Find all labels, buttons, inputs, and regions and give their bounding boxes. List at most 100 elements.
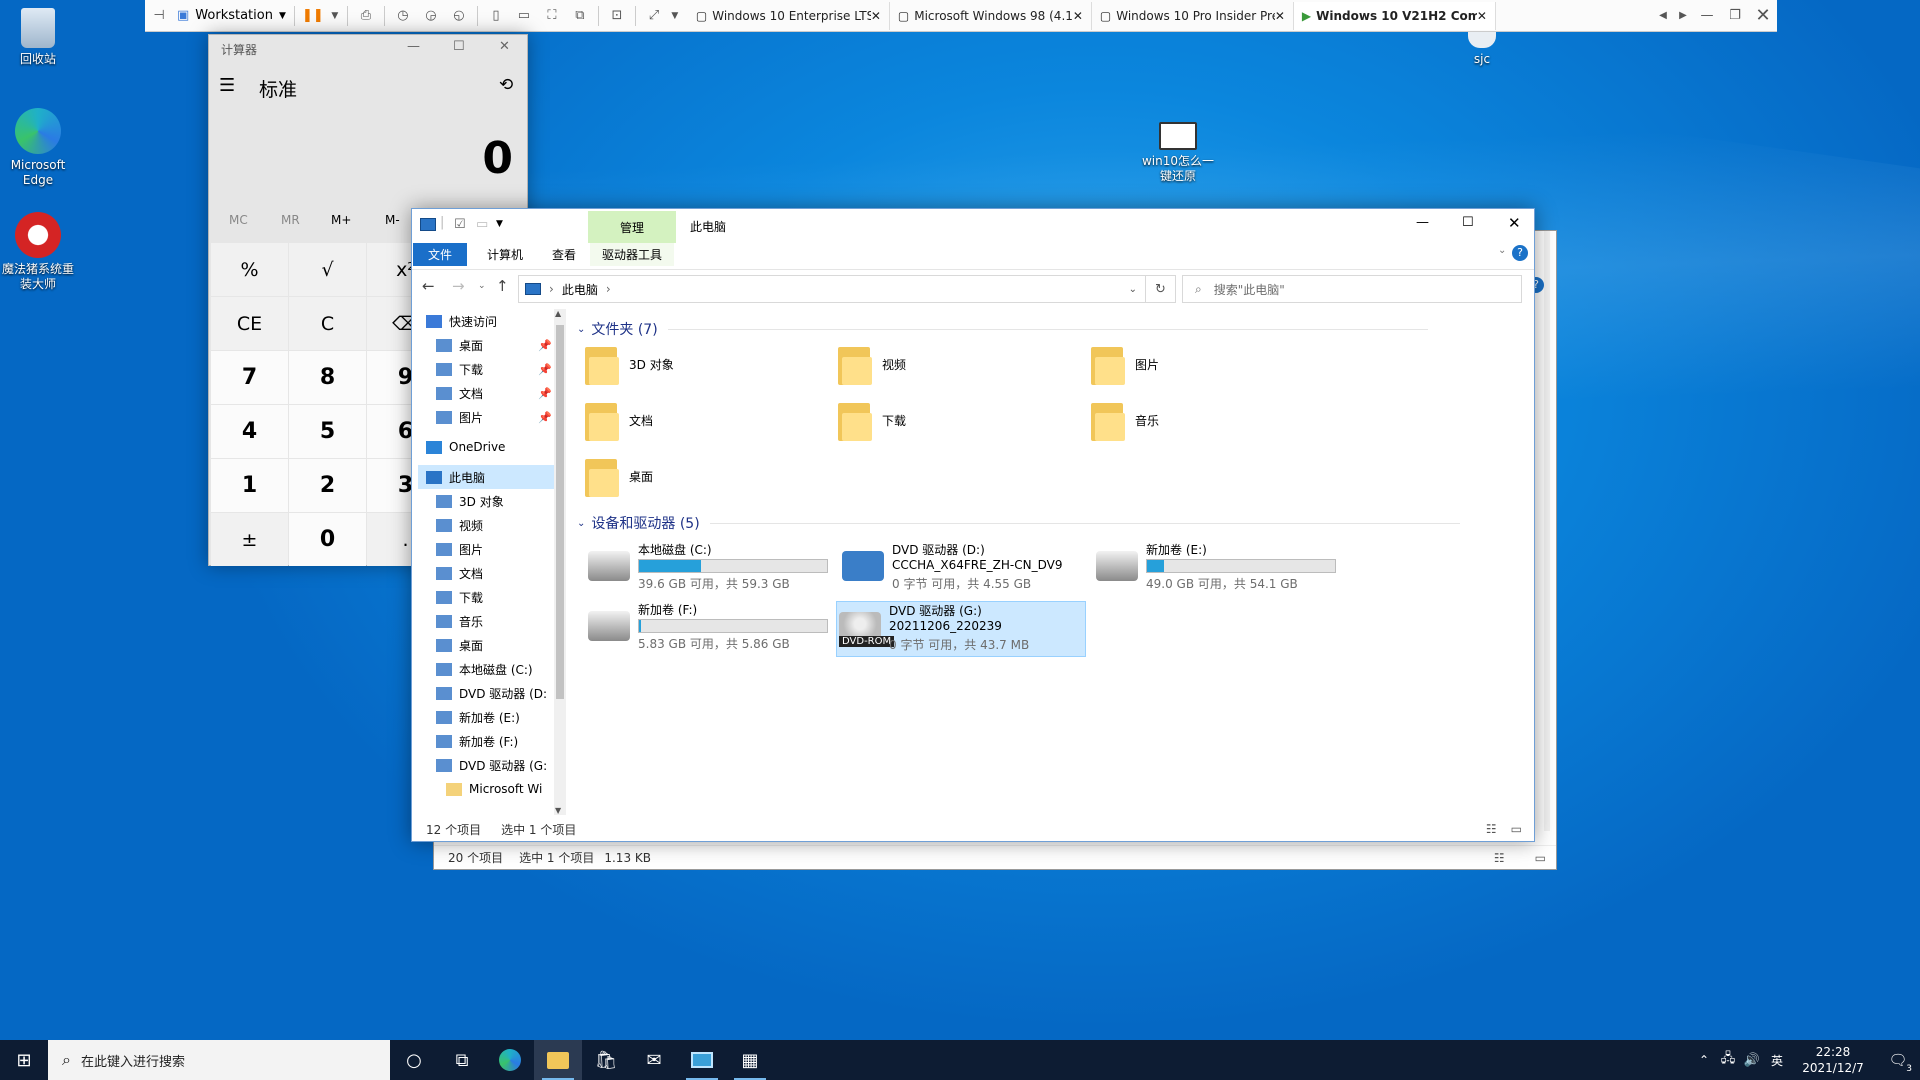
m-plus-button[interactable]: M+ — [331, 213, 351, 227]
chevron-down-icon[interactable]: ▼ — [496, 219, 503, 229]
tab-file[interactable]: 文件 — [413, 243, 467, 266]
close-icon[interactable]: ✕ — [871, 9, 881, 23]
nav-item-10[interactable]: 文档 — [418, 561, 558, 585]
chevron-down-icon[interactable]: ⌄ — [1129, 284, 1137, 295]
tray-overflow-icon[interactable]: ⌃ — [1692, 1040, 1716, 1080]
nav-item-15[interactable]: DVD 驱动器 (D: — [418, 681, 558, 705]
menu-icon[interactable]: ☰ — [219, 75, 235, 96]
pin-icon[interactable]: 📌 — [538, 387, 552, 400]
up-arrow-icon[interactable]: ↑ — [496, 277, 509, 295]
pin-icon[interactable]: 📌 — [538, 411, 552, 424]
large-icons-view-icon[interactable]: ▭ — [1535, 851, 1546, 865]
desktop-icon-sjc[interactable]: sjc — [1444, 28, 1520, 67]
snapshot-icon[interactable]: ◷ — [389, 2, 417, 30]
folder-item[interactable]: 音乐 — [1091, 395, 1341, 445]
stretch-icon[interactable]: ⤢ — [640, 2, 668, 30]
digit-1-button[interactable]: 1 — [211, 459, 288, 512]
details-view-icon[interactable]: ☷ — [1494, 851, 1505, 865]
drives-group-header[interactable]: ⌄ 设备和驱动器 (5) — [577, 513, 1460, 533]
desktop-icon-win10-restore[interactable]: win10怎么一键还原 — [1138, 122, 1218, 184]
tab-drive-tools[interactable]: 驱动器工具 — [590, 243, 674, 266]
clock[interactable]: 22:28 2021/12/7 — [1790, 1044, 1876, 1076]
tab-scroll-left-icon[interactable]: ◀ — [1653, 2, 1673, 30]
chevron-down-icon[interactable]: ⌄ — [478, 281, 486, 291]
drive-item[interactable]: 新加卷 (F:) 5.83 GB 可用，共 5.86 GB — [586, 601, 836, 657]
folder-item[interactable]: 下载 — [838, 395, 1088, 445]
taskbar-file-explorer[interactable] — [534, 1040, 582, 1080]
drive-item[interactable]: 新加卷 (E:) 49.0 GB 可用，共 54.1 GB — [1094, 541, 1344, 597]
close-icon[interactable]: ✕ — [1749, 2, 1777, 30]
chevron-right-icon[interactable]: › — [606, 282, 611, 296]
desktop-icon-edge[interactable]: Microsoft Edge — [0, 108, 76, 188]
minimize-icon[interactable]: — — [407, 39, 420, 54]
mc-button[interactable]: MC — [229, 213, 248, 227]
task-view-button[interactable]: ⧉ — [438, 1040, 486, 1080]
close-icon[interactable]: ✕ — [499, 39, 510, 54]
workstation-menu[interactable]: ▣ Workstation ▼ — [173, 8, 290, 23]
details-view-icon[interactable]: ☷ — [1486, 822, 1497, 836]
nav-item-16[interactable]: 新加卷 (E:) — [418, 705, 558, 729]
close-icon[interactable]: ✕ — [1477, 9, 1487, 23]
snapshot-manager-icon[interactable]: ◵ — [445, 2, 473, 30]
history-icon[interactable]: ⟲ — [499, 75, 513, 95]
volume-icon[interactable]: 🔊 — [1740, 1040, 1764, 1080]
tab-computer[interactable]: 计算机 — [474, 243, 536, 266]
folders-group-header[interactable]: ⌄ 文件夹 (7) — [577, 319, 1428, 339]
mr-button[interactable]: MR — [281, 213, 300, 227]
taskbar-calculator[interactable]: ▦ — [726, 1040, 774, 1080]
nav-scrollbar[interactable]: ▲ ▼ — [554, 309, 566, 815]
scrollbar[interactable] — [1544, 231, 1550, 831]
scrollbar-thumb[interactable] — [556, 325, 564, 699]
taskbar-mail[interactable]: ✉ — [630, 1040, 678, 1080]
folder-item[interactable]: 视频 — [838, 339, 1088, 389]
cortana-button[interactable]: ○ — [390, 1040, 438, 1080]
chevron-down-icon[interactable]: ▼ — [327, 2, 343, 30]
address-bar[interactable]: › 此电脑 › ⌄ — [518, 275, 1146, 303]
nav-item-13[interactable]: 桌面 — [418, 633, 558, 657]
manage-context-tab[interactable]: 管理 — [588, 211, 676, 243]
pause-icon[interactable]: ❚❚ — [299, 2, 327, 30]
chevron-down-icon[interactable]: ▼ — [668, 2, 682, 30]
digit-4-button[interactable]: 4 — [211, 405, 288, 458]
nav-item-1[interactable]: 桌面 📌 — [418, 333, 558, 357]
chevron-down-icon[interactable]: ⌄ — [1498, 245, 1506, 256]
network-icon[interactable]: 🖧 — [1716, 1040, 1740, 1080]
action-center-button[interactable]: 🗨 3 — [1876, 1040, 1920, 1080]
drive-item[interactable]: 本地磁盘 (C:) 39.6 GB 可用，共 59.3 GB — [586, 541, 836, 597]
vm-tab-win98[interactable]: ▢ Microsoft Windows 98 (4.10.1...✕ — [890, 1, 1092, 30]
desktop-icon-recycle-bin[interactable]: 回收站 — [0, 8, 76, 67]
vm-tab-win10-21h2[interactable]: ▶ Windows 10 V21H2 Combi...✕ — [1293, 1, 1496, 30]
nav-item-3[interactable]: 文档 📌 — [418, 381, 558, 405]
vm-tab-win10-ltsc[interactable]: ▢ Windows 10 Enterprise LTSC ...✕ — [688, 1, 890, 30]
vm-tab-win10-insider[interactable]: ▢ Windows 10 Pro Insider Previ...✕ — [1092, 1, 1294, 30]
nav-item-9[interactable]: 图片 — [418, 537, 558, 561]
restore-icon[interactable]: ❐ — [1721, 2, 1749, 30]
revert-snapshot-icon[interactable]: ◶ — [417, 2, 445, 30]
digit-0-button[interactable]: 0 — [289, 513, 366, 566]
digit-8-button[interactable]: 8 — [289, 351, 366, 404]
nav-item-11[interactable]: 下载 — [418, 585, 558, 609]
refresh-icon[interactable]: ↻ — [1146, 275, 1176, 303]
digit-5-button[interactable]: 5 — [289, 405, 366, 458]
search-box[interactable]: ⌕ 搜索"此电脑" — [1182, 275, 1522, 303]
negate-button[interactable]: ± — [211, 513, 288, 566]
breadcrumb-this-pc[interactable]: 此电脑 — [562, 281, 598, 298]
folder-item[interactable]: 文档 — [585, 395, 835, 445]
pin-icon[interactable]: 📌 — [538, 339, 552, 352]
clear-button[interactable]: C — [289, 297, 366, 350]
folder-item[interactable]: 3D 对象 — [585, 339, 835, 389]
nav-item-0[interactable]: 快速访问 — [418, 309, 558, 333]
taskbar-control-panel[interactable] — [678, 1040, 726, 1080]
taskbar-edge[interactable] — [486, 1040, 534, 1080]
tab-view[interactable]: 查看 — [542, 243, 586, 266]
nav-item-12[interactable]: 音乐 — [418, 609, 558, 633]
console-icon[interactable]: ⊡ — [603, 2, 631, 30]
send-ctrl-alt-del-icon[interactable]: ⎙ — [352, 2, 380, 30]
close-icon[interactable]: ✕ — [1275, 9, 1285, 23]
nav-item-7[interactable]: 3D 对象 — [418, 489, 558, 513]
nav-item-8[interactable]: 视频 — [418, 513, 558, 537]
close-icon[interactable]: ✕ — [1073, 9, 1083, 23]
nav-item-6[interactable]: 此电脑 — [418, 465, 558, 489]
nav-item-2[interactable]: 下载 📌 — [418, 357, 558, 381]
maximize-icon[interactable]: ☐ — [453, 39, 465, 54]
